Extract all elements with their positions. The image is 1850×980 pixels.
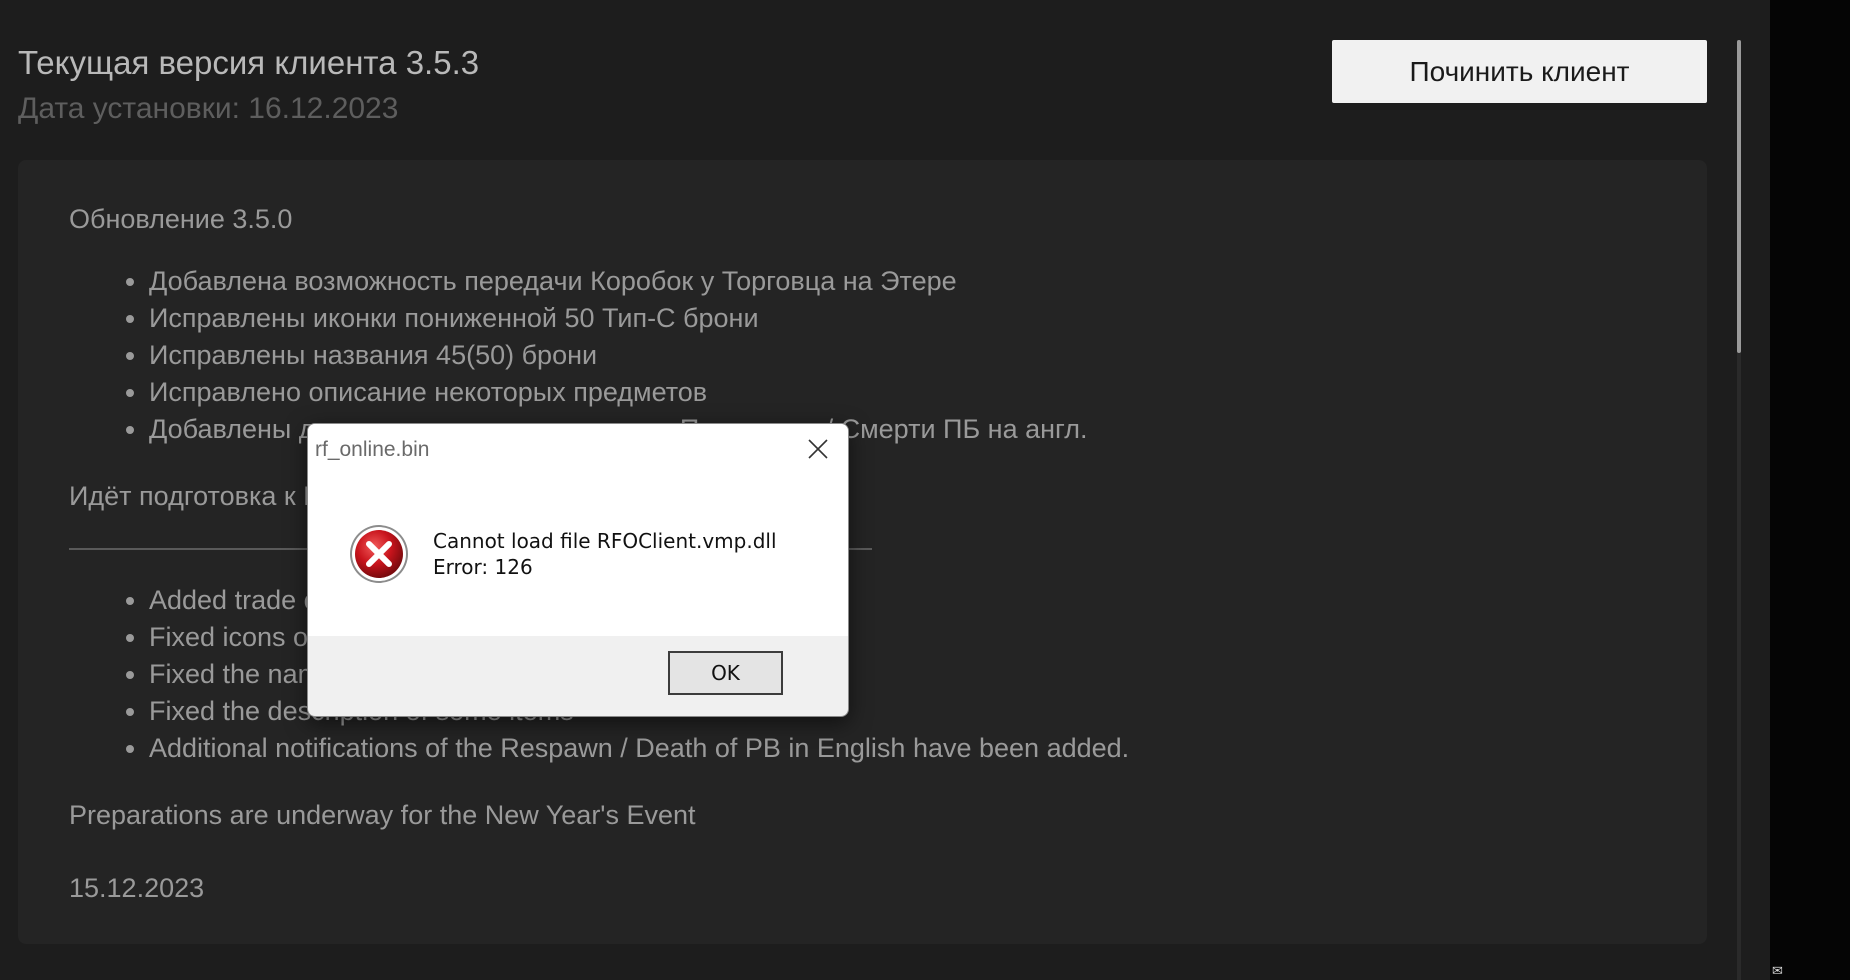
version-number: 3.5.3 bbox=[405, 44, 480, 81]
dialog-title: rf_online.bin bbox=[315, 438, 430, 461]
repair-client-button[interactable]: Починить клиент bbox=[1332, 40, 1707, 103]
launcher-window: Текущая версия клиента 3.5.3 Дата устано… bbox=[0, 0, 1770, 980]
event-note-en: Preparations are underway for the New Ye… bbox=[69, 800, 696, 830]
patch-notes-heading: Обновление 3.5.0 bbox=[69, 204, 293, 234]
list-item: Добавлена возможность передачи Коробок у… bbox=[149, 263, 1088, 300]
install-date-label: Дата установки: bbox=[18, 92, 240, 125]
error-icon bbox=[348, 523, 410, 585]
scrollbar-thumb[interactable] bbox=[1737, 40, 1741, 353]
dialog-body: Cannot load file RFOClient.vmp.dll Error… bbox=[308, 474, 848, 636]
patch-notes-list-ru: Добавлена возможность передачи Коробок у… bbox=[69, 263, 1088, 448]
list-item: Исправлены иконки пониженной 50 Тип-С бр… bbox=[149, 300, 1088, 337]
patch-notes-date: 15.12.2023 bbox=[69, 873, 205, 903]
list-item: Additional notifications of the Respawn … bbox=[149, 730, 1129, 767]
error-dialog: rf_online.bin Cannot load file RFOClient… bbox=[307, 423, 849, 717]
mail-icon: ✉ bbox=[1772, 964, 1783, 979]
list-item: Исправлены названия 45(50) брони bbox=[149, 337, 1088, 374]
background-edge bbox=[1770, 0, 1850, 980]
version-label: Текущая версия клиента bbox=[18, 44, 397, 81]
dialog-titlebar[interactable]: rf_online.bin bbox=[308, 424, 848, 474]
error-code: Error: 126 bbox=[433, 555, 533, 579]
client-version-title: Текущая версия клиента 3.5.3 bbox=[18, 44, 479, 82]
list-item: Исправлено описание некоторых предметов bbox=[149, 374, 1088, 411]
error-message: Cannot load file RFOClient.vmp.dll bbox=[433, 529, 777, 553]
ok-button[interactable]: OK bbox=[668, 651, 783, 695]
install-date-value: 16.12.2023 bbox=[248, 92, 399, 125]
install-date-line: Дата установки: 16.12.2023 bbox=[18, 92, 398, 126]
patch-notes-panel: Обновление 3.5.0 Добавлена возможность п… bbox=[18, 160, 1707, 944]
close-icon[interactable] bbox=[802, 433, 834, 465]
